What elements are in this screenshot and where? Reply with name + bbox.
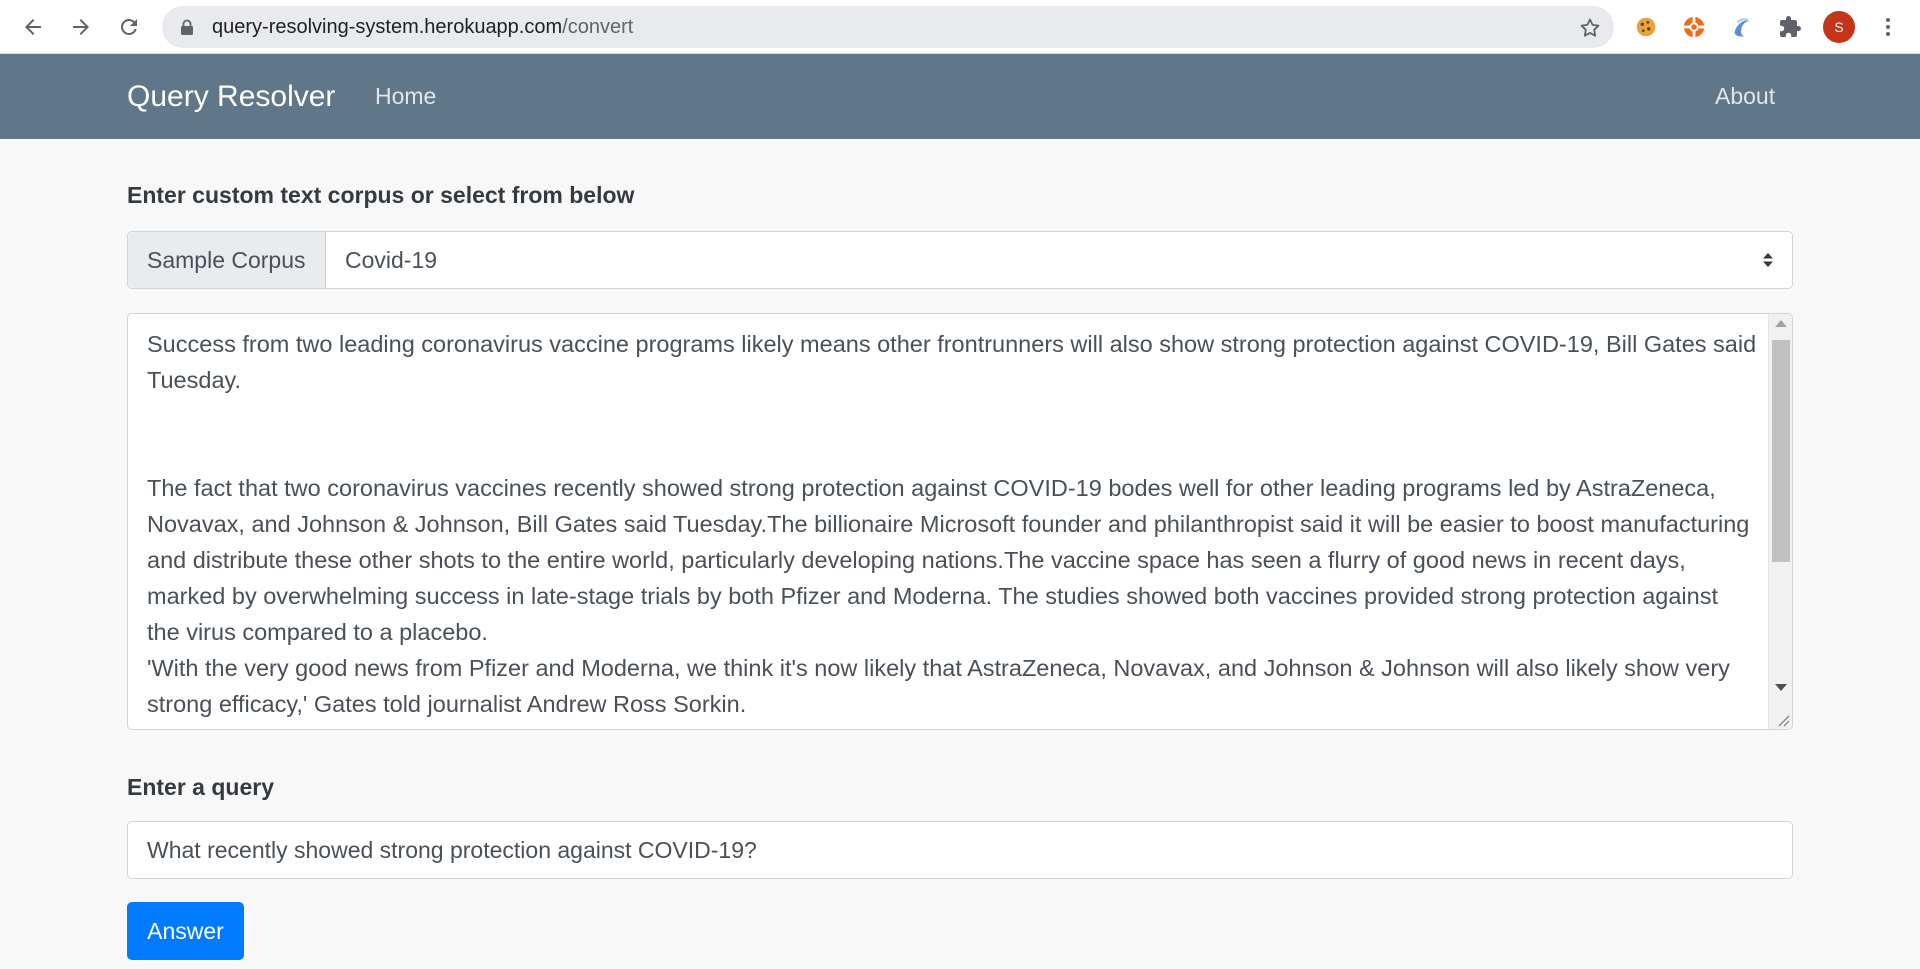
sample-corpus-selected-value: Covid-19 — [345, 247, 438, 273]
reload-icon[interactable] — [110, 8, 148, 46]
query-heading: Enter a query — [127, 774, 274, 800]
url-host: query-resolving-system.herokuapp.com — [212, 16, 563, 38]
select-caret-icon — [1763, 253, 1773, 267]
query-input[interactable]: What recently showed strong protection a… — [127, 821, 1793, 879]
forward-arrow-icon[interactable] — [62, 8, 100, 46]
resize-grip-icon[interactable] — [1774, 711, 1790, 727]
corpus-paragraph: 'With the very good news from Pfizer and… — [147, 655, 1730, 717]
scroll-up-arrow-icon[interactable] — [1775, 320, 1787, 327]
back-arrow-icon[interactable] — [14, 8, 52, 46]
scrollbar-thumb[interactable] — [1772, 340, 1790, 562]
url-text: query-resolving-system.herokuapp.com/con… — [212, 6, 633, 48]
corpus-textarea[interactable]: Success from two leading coronavirus vac… — [127, 313, 1793, 730]
lifebuoy-extension-icon[interactable] — [1680, 13, 1708, 41]
swirl-extension-icon[interactable] — [1728, 13, 1756, 41]
sample-corpus-select-group: Sample Corpus Covid-19 — [127, 231, 1793, 289]
answer-button[interactable]: Answer — [127, 902, 244, 960]
address-bar[interactable]: query-resolving-system.herokuapp.com/con… — [162, 6, 1614, 48]
corpus-text-content: Success from two leading coronavirus vac… — [147, 326, 1757, 722]
profile-avatar[interactable]: S — [1823, 11, 1855, 43]
star-icon[interactable] — [1578, 16, 1602, 40]
app-navbar: Query Resolver Home About — [0, 54, 1920, 139]
corpus-paragraph: Success from two leading coronavirus vac… — [147, 331, 1757, 393]
scroll-down-arrow-icon[interactable] — [1775, 684, 1787, 691]
sample-corpus-addon-label: Sample Corpus — [128, 232, 326, 288]
textarea-scrollbar[interactable] — [1768, 314, 1792, 729]
nav-home-link[interactable]: Home — [375, 54, 436, 139]
puzzle-extensions-icon[interactable] — [1776, 13, 1804, 41]
url-path: /convert — [562, 16, 634, 38]
cookie-extension-icon[interactable] — [1632, 13, 1660, 41]
sample-corpus-select[interactable]: Covid-19 — [326, 232, 1792, 288]
browser-toolbar: query-resolving-system.herokuapp.com/con… — [0, 0, 1920, 54]
corpus-paragraph: The fact that two coronavirus vaccines r… — [147, 475, 1750, 645]
navbar-brand[interactable]: Query Resolver — [127, 54, 335, 139]
lock-icon[interactable] — [178, 18, 196, 36]
kebab-menu-icon[interactable] — [1872, 11, 1904, 43]
nav-about-link[interactable]: About — [1715, 54, 1775, 139]
corpus-heading: Enter custom text corpus or select from … — [127, 182, 635, 208]
